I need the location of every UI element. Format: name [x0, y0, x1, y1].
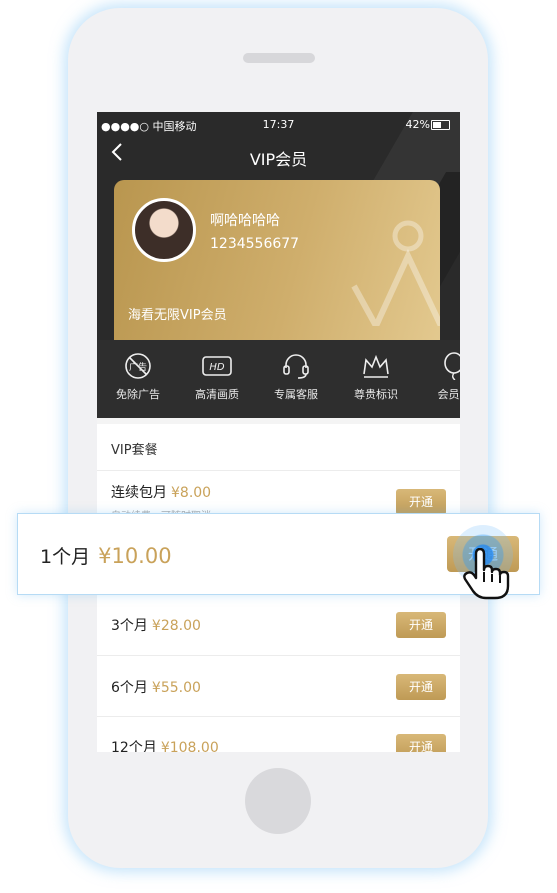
no-ads-icon: 广告: [125, 353, 151, 379]
vip-card: 啊哈哈哈哈 1234556677 海看无限VIP会员: [114, 180, 440, 350]
card-title: 海看无限VIP会员: [128, 308, 227, 323]
open-button[interactable]: 开通: [396, 734, 446, 752]
crown-icon: [363, 354, 389, 378]
username: 啊哈哈哈哈: [210, 213, 280, 229]
crown-watermark-icon: [351, 220, 440, 326]
home-button[interactable]: [245, 768, 311, 834]
hand-pointer-icon: [463, 548, 510, 600]
balloon-icon: [444, 352, 460, 380]
package-label: 12个月: [111, 740, 157, 752]
package-label: 连续包月: [111, 485, 167, 501]
open-button[interactable]: 开通: [396, 612, 446, 638]
package-price: ¥8.00: [171, 485, 212, 501]
privilege-label: 专属客服: [274, 388, 318, 401]
page-title: VIP会员: [249, 150, 308, 169]
package-label: 1个月: [40, 546, 91, 568]
package-price: ¥55.00: [151, 680, 201, 696]
package-price: ¥28.00: [151, 618, 201, 634]
open-button[interactable]: 开通: [396, 674, 446, 700]
package-price: ¥10.00: [98, 544, 172, 568]
hd-icon: HD: [202, 356, 232, 376]
package-row: 12个月 ¥108.00 开通: [97, 716, 460, 752]
battery-icon: [431, 120, 450, 130]
privilege-label: 会员活: [437, 388, 461, 401]
package-row: 6个月 ¥55.00 开通: [97, 655, 460, 716]
avatar: [132, 198, 196, 262]
open-button[interactable]: 开通: [396, 489, 446, 515]
package-label: 6个月: [111, 680, 148, 696]
privilege-bar: 广告 免除广告 HD 高清画质 专属客服 尊贵标识 会员: [97, 340, 460, 418]
svg-text:广告: 广告: [129, 361, 147, 373]
app-screen: ●●●●○ 中国移动 17:37 42% VIP会员 啊哈哈哈哈 1234556…: [97, 112, 460, 752]
battery-text: 42%: [405, 118, 430, 131]
privilege-label: 高清画质: [195, 388, 239, 401]
privilege-label: 尊贵标识: [354, 388, 398, 401]
privilege-events[interactable]: 会员活: [418, 352, 460, 402]
phone-speaker: [243, 53, 315, 63]
privilege-service[interactable]: 专属客服: [260, 352, 332, 402]
privilege-hd[interactable]: HD 高清画质: [181, 352, 253, 402]
section-title: VIP套餐: [111, 443, 158, 458]
svg-text:HD: HD: [209, 362, 225, 373]
package-row: 3个月 ¥28.00 开通: [97, 594, 460, 655]
package-price: ¥108.00: [160, 740, 219, 752]
headset-icon: [283, 354, 309, 379]
privilege-label: 免除广告: [116, 388, 160, 401]
status-bar: ●●●●○ 中国移动 17:37 42%: [97, 112, 460, 136]
privilege-badge[interactable]: 尊贵标识: [340, 352, 412, 402]
user-id: 1234556677: [210, 236, 300, 252]
privilege-no-ads[interactable]: 广告 免除广告: [102, 352, 174, 402]
package-label: 3个月: [111, 618, 148, 634]
